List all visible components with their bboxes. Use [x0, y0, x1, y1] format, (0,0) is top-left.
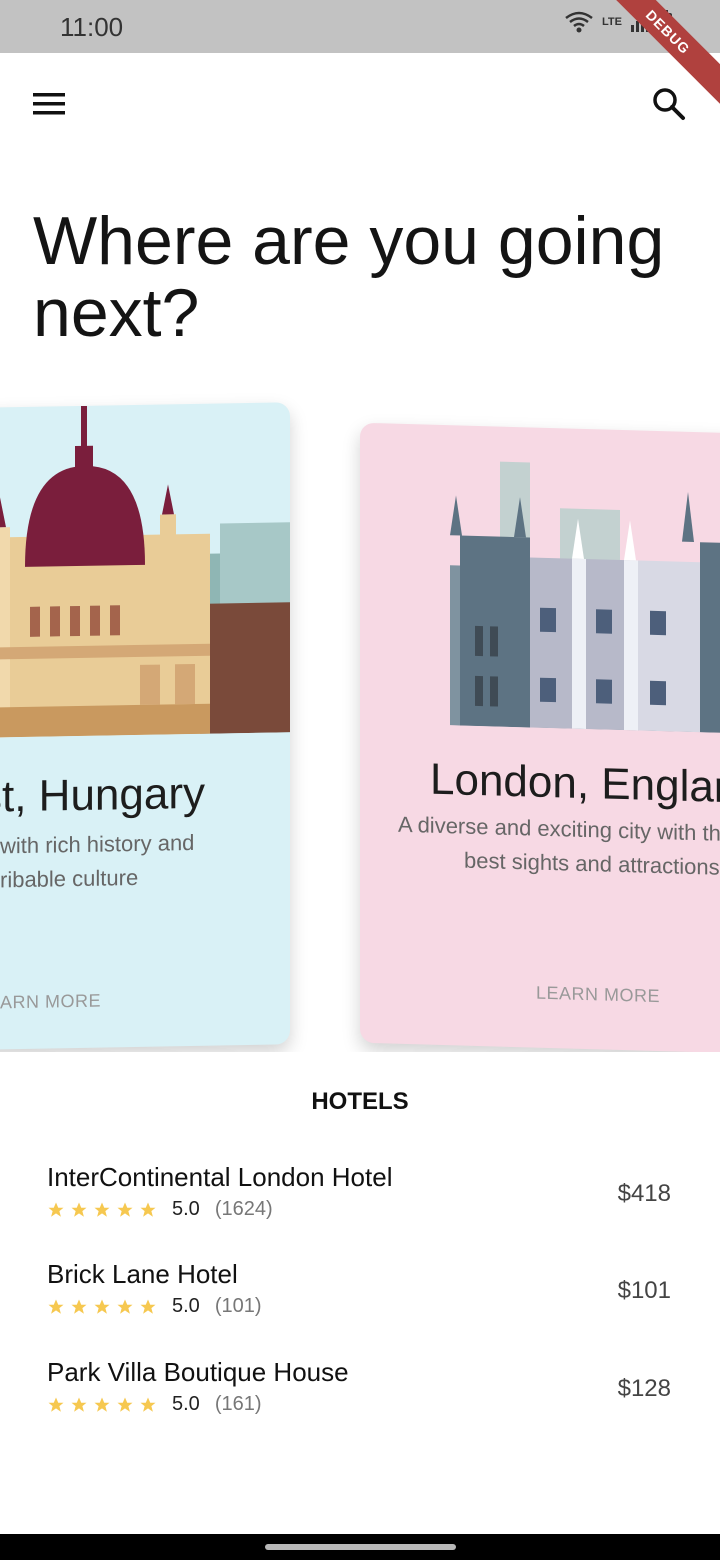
hotel-list-item[interactable]: Park Villa Boutique House 5.0 (161) $128 [47, 1357, 677, 1427]
hotels-section-title: HOTELS [311, 1088, 409, 1115]
star-icon [94, 1299, 110, 1314]
status-time: 11:00 [60, 12, 124, 42]
hotel-name: Park Villa Boutique House [47, 1357, 349, 1387]
rating-value: 5.0 [172, 1198, 200, 1220]
search-button[interactable] [648, 83, 690, 125]
hotel-price: $101 [617, 1277, 671, 1304]
wifi-icon [565, 11, 593, 33]
star-icon [71, 1202, 87, 1217]
search-icon [653, 88, 685, 120]
star-icon [48, 1299, 64, 1314]
star-icon [117, 1299, 133, 1314]
learn-more-link[interactable]: ARN MORE [0, 991, 101, 1014]
card-title: st, Hungary [0, 768, 205, 822]
menu-button[interactable] [28, 83, 70, 125]
card-description-line1: with rich history and [0, 829, 195, 859]
london-building-illustration [450, 461, 720, 734]
star-icon [48, 1202, 64, 1217]
status-bar: 11:00 LTE DEBUG [0, 0, 720, 113]
hotel-name: InterContinental London Hotel [47, 1162, 393, 1192]
card-description-line2: ribable culture [0, 864, 139, 893]
rating-value: 5.0 [172, 1295, 200, 1317]
destination-carousel[interactable]: st, Hungary with rich history and ribabl… [0, 380, 720, 1052]
page-headline: Where are you going next? [33, 203, 665, 351]
network-type-label: LTE [602, 16, 622, 28]
hotel-list-item[interactable]: Brick Lane Hotel 5.0 (101) $101 [47, 1259, 677, 1329]
star-icon [117, 1397, 133, 1412]
star-icon [140, 1299, 156, 1314]
hotel-price: $128 [617, 1375, 671, 1402]
hotel-rating: 5.0 (101) [47, 1295, 262, 1318]
card-title: London, Englar [430, 754, 720, 812]
star-icon [71, 1397, 87, 1412]
destination-card-hungary[interactable]: st, Hungary with rich history and ribabl… [0, 402, 290, 1050]
star-icon [94, 1202, 110, 1217]
star-icon [140, 1202, 156, 1217]
card-description-line1: A diverse and exciting city with the [398, 811, 720, 847]
hotel-price: $418 [617, 1180, 671, 1207]
rating-value: 5.0 [172, 1393, 200, 1415]
destination-card-london[interactable]: London, Englar A diverse and exciting ci… [360, 422, 720, 1052]
star-icon [71, 1299, 87, 1314]
review-count: (161) [214, 1393, 262, 1415]
app-bar [0, 53, 720, 153]
hotel-rating: 5.0 (1624) [47, 1198, 273, 1221]
review-count: (101) [214, 1295, 262, 1317]
review-count: (1624) [214, 1198, 273, 1220]
menu-icon [33, 93, 65, 115]
hotel-name: Brick Lane Hotel [47, 1259, 238, 1289]
star-icon [117, 1202, 133, 1217]
card-description-line2: best sights and attractions [464, 847, 720, 880]
hotel-rating: 5.0 (161) [47, 1393, 262, 1416]
budapest-parliament-illustration [0, 405, 290, 738]
home-gesture-handle[interactable] [265, 1544, 456, 1550]
hotel-list-item[interactable]: InterContinental London Hotel 5.0 (1624)… [47, 1162, 677, 1232]
star-icon [94, 1397, 110, 1412]
system-navigation-bar [0, 1534, 720, 1560]
star-icon [48, 1397, 64, 1412]
star-icon [140, 1397, 156, 1412]
learn-more-link[interactable]: LEARN MORE [536, 983, 660, 1007]
